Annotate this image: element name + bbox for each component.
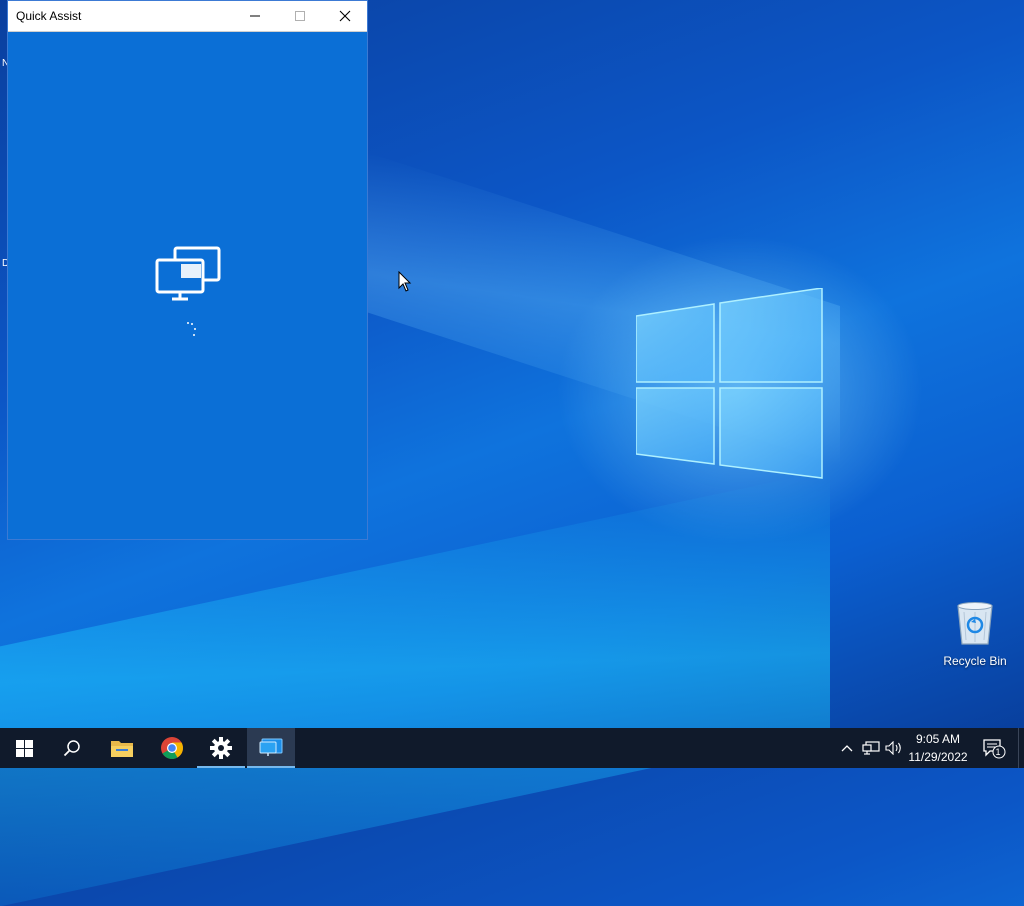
window-content — [8, 32, 367, 540]
chrome-button[interactable] — [148, 728, 196, 768]
volume-button[interactable] — [884, 728, 904, 768]
recycle-bin-icon — [957, 602, 993, 645]
folder-icon — [111, 741, 133, 757]
quick-assist-button[interactable] — [247, 728, 295, 768]
maximize-button[interactable] — [277, 1, 323, 31]
recycle-bin-label: Recycle Bin — [943, 654, 1007, 668]
action-center-button[interactable]: 1 — [980, 728, 1008, 768]
windows-logo-wallpaper — [636, 288, 823, 479]
mouse-cursor — [398, 271, 412, 292]
maximize-icon — [295, 11, 305, 21]
close-button[interactable] — [322, 1, 368, 31]
clock-time: 9:05 AM — [915, 732, 961, 746]
start-button[interactable] — [0, 728, 48, 768]
show-hidden-icons-button[interactable] — [838, 728, 856, 768]
remote-screens-icon — [155, 246, 221, 301]
notification-count: 1 — [995, 747, 1001, 757]
windows-start-icon — [15, 739, 33, 757]
chrome-icon — [161, 737, 183, 759]
settings-button[interactable] — [197, 728, 245, 768]
network-button[interactable] — [860, 728, 882, 768]
file-explorer-button[interactable] — [98, 728, 146, 768]
quick-assist-icon — [259, 738, 283, 756]
clock-date: 11/29/2022 — [908, 750, 968, 764]
taskbar: 9:05 AM 11/29/2022 1 — [0, 728, 1024, 768]
volume-icon — [885, 741, 901, 755]
quick-assist-window: Quick Assist — [7, 0, 368, 540]
minimize-icon — [250, 15, 260, 17]
network-icon — [862, 741, 880, 755]
search-icon — [63, 740, 80, 757]
show-desktop-button[interactable] — [1018, 728, 1024, 768]
recycle-bin[interactable]: Recycle Bin — [938, 600, 1012, 668]
gear-icon — [210, 737, 232, 759]
search-button[interactable] — [48, 728, 96, 768]
minimize-button[interactable] — [232, 1, 278, 31]
window-titlebar[interactable]: Quick Assist — [8, 1, 367, 32]
window-title: Quick Assist — [16, 9, 82, 23]
loading-spinner — [184, 320, 200, 338]
chevron-up-icon — [841, 745, 853, 752]
close-icon — [339, 10, 351, 22]
clock[interactable]: 9:05 AM 11/29/2022 — [902, 730, 974, 766]
